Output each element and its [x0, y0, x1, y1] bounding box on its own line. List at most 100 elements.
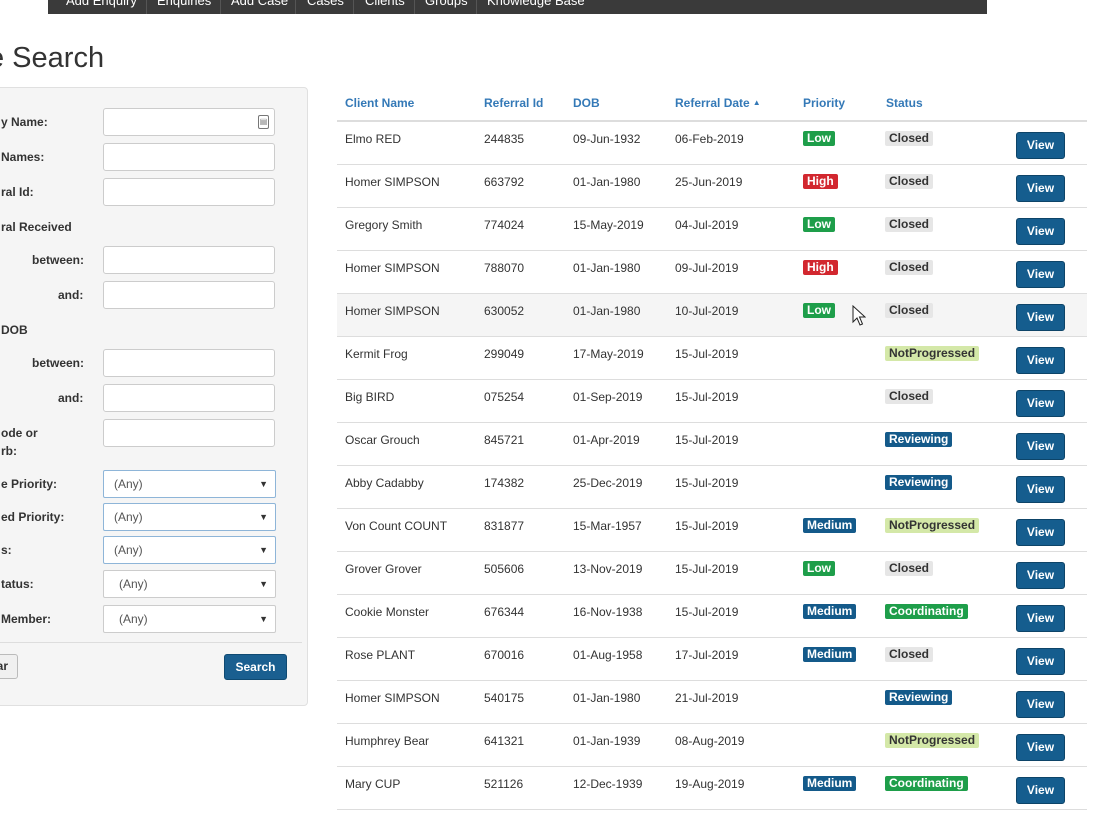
dob-cell: 01-Jan-1980 [573, 304, 641, 318]
column-header-client-name[interactable]: Client Name [345, 96, 414, 110]
referral-date-cell: 19-Aug-2019 [675, 777, 745, 791]
table-row[interactable]: Big BIRD 075254 01-Sep-2019 15-Jul-2019 Clos… [337, 380, 1087, 423]
dob-cell: 25-Dec-2019 [573, 476, 643, 490]
postcode-suburb-input[interactable] [103, 419, 275, 447]
view-button[interactable]: View [1016, 777, 1065, 804]
table-row[interactable]: Elmo RED 244835 09-Jun-1932 06-Feb-2019 Low C… [337, 122, 1087, 165]
view-button[interactable]: View [1016, 734, 1065, 761]
view-button[interactable]: View [1016, 261, 1065, 288]
client-name-cell: Oscar Grouch [345, 433, 420, 447]
client-name-cell: Big BIRD [345, 390, 395, 404]
status-select[interactable]: (Any) ▼ [103, 536, 276, 564]
status-badge: Closed [885, 260, 934, 275]
status-badge: Closed [885, 131, 934, 146]
dob-from-input[interactable] [103, 349, 275, 377]
table-row[interactable]: Cookie Monster 676344 16-Nov-1938 15-Jul-20… [337, 595, 1087, 638]
dob-to-input[interactable] [103, 384, 275, 412]
referral-id-cell: 670016 [484, 648, 525, 662]
table-row[interactable]: Gregory Smith 774024 15-May-2019 04-Jul-201… [337, 208, 1087, 251]
view-button[interactable]: View [1016, 132, 1065, 159]
client-name-cell: Humphrey Bear [345, 734, 430, 748]
table-row[interactable]: Oscar Grouch 845721 01-Apr-2019 15-Jul-2019… [337, 423, 1087, 466]
table-row[interactable]: Homer SIMPSON 540175 01-Jan-1980 21-Jul-201… [337, 681, 1087, 724]
contact-card-icon[interactable]: ▤ [258, 115, 269, 129]
view-button[interactable]: View [1016, 691, 1065, 718]
table-row[interactable]: Abby Cadabby 174382 25-Dec-2019 15-Jul-2019… [337, 466, 1087, 509]
nav-divider [353, 0, 354, 14]
sub-status-select[interactable]: (Any) ▼ [103, 570, 276, 598]
client-name-cell: Kermit Frog [345, 347, 408, 361]
referral-id-cell: 774024 [484, 218, 525, 232]
referral-date-cell: 06-Feb-2019 [675, 132, 744, 146]
column-header-priority[interactable]: Priority [803, 96, 845, 110]
chevron-down-icon: ▼ [259, 579, 268, 589]
view-button[interactable]: View [1016, 390, 1065, 417]
referral-date-cell: 15-Jul-2019 [675, 476, 739, 490]
view-button[interactable]: View [1016, 218, 1065, 245]
view-button[interactable]: View [1016, 605, 1065, 632]
column-header-referral-id[interactable]: Referral Id [484, 96, 543, 110]
top-nav: Add Enquiry Enquiries Add Case Cases Cli… [48, 0, 987, 14]
referral-received-label: ral Received [1, 220, 72, 234]
referral-id-cell: 075254 [484, 390, 525, 404]
table-row[interactable]: Mary CUP 521126 12-Dec-1939 19-Aug-2019 Medi… [337, 767, 1087, 810]
nav-knowledge-base[interactable]: Knowledge Base [487, 0, 585, 11]
column-header-dob[interactable]: DOB [573, 96, 600, 110]
view-button[interactable]: View [1016, 433, 1065, 460]
table-row[interactable]: Humphrey Bear 641321 01-Jan-1939 08-Aug-201… [337, 724, 1087, 767]
staff-member-label: Member: [1, 612, 52, 626]
staff-member-value: (Any) [119, 612, 148, 626]
table-row[interactable]: Homer SIMPSON 630052 01-Jan-1980 10-Jul-201… [337, 294, 1087, 337]
referral-id-input[interactable] [103, 178, 275, 206]
column-header-status[interactable]: Status [886, 96, 923, 110]
clear-button[interactable]: ar [0, 654, 18, 679]
sort-ascending-icon[interactable]: ▲ [753, 98, 761, 107]
nav-enquiries[interactable]: Enquiries [157, 0, 211, 11]
column-header-referral-date[interactable]: Referral Date ▲ [675, 96, 761, 110]
view-button[interactable]: View [1016, 175, 1065, 202]
dob-cell: 01-Apr-2019 [573, 433, 640, 447]
sub-status-label: tatus: [1, 577, 34, 591]
nav-groups[interactable]: Groups [425, 0, 468, 11]
table-row[interactable]: Grover Grover 505606 13-Nov-2019 15-Jul-201… [337, 552, 1087, 595]
view-button[interactable]: View [1016, 347, 1065, 374]
dob-cell: 12-Dec-1939 [573, 777, 643, 791]
given-names-input[interactable] [103, 143, 275, 171]
view-button[interactable]: View [1016, 519, 1065, 546]
nav-divider [476, 0, 477, 14]
referral-date-header-label: Referral Date [675, 96, 750, 110]
referral-date-cell: 09-Jul-2019 [675, 261, 739, 275]
referral-date-cell: 15-Jul-2019 [675, 347, 739, 361]
table-row[interactable]: Von Count COUNT 831877 15-Mar-1957 15-Jul-2… [337, 509, 1087, 552]
view-button[interactable]: View [1016, 304, 1065, 331]
client-name-cell: Mary CUP [345, 777, 401, 791]
nav-add-enquiry[interactable]: Add Enquiry [66, 0, 137, 11]
table-row[interactable]: Kermit Frog 299049 17-May-2019 15-Jul-2019 N… [337, 337, 1087, 380]
received-from-input[interactable] [103, 246, 275, 274]
referral-id-cell: 540175 [484, 691, 525, 705]
dob-and-label: and: [58, 391, 84, 405]
nav-cases[interactable]: Cases [307, 0, 344, 11]
view-button[interactable]: View [1016, 648, 1065, 675]
assessed-priority-select[interactable]: (Any) ▼ [103, 503, 276, 531]
staff-member-select[interactable]: (Any) ▼ [103, 605, 276, 633]
suburb-label: rb: [1, 444, 17, 458]
case-priority-select[interactable]: (Any) ▼ [103, 470, 276, 498]
search-button[interactable]: Search [224, 654, 287, 680]
nav-add-case[interactable]: Add Case [231, 0, 288, 11]
table-row[interactable]: Homer SIMPSON 788070 01-Jan-1980 09-Jul-201… [337, 251, 1087, 294]
priority-badge: Low [803, 303, 835, 318]
client-name-cell: Von Count COUNT [345, 519, 448, 533]
family-name-input[interactable]: ▤ [103, 108, 275, 136]
sub-status-value: (Any) [119, 577, 148, 591]
view-button[interactable]: View [1016, 562, 1065, 589]
view-button[interactable]: View [1016, 476, 1065, 503]
table-row[interactable]: Rose PLANT 670016 01-Aug-1958 17-Jul-2019 Me… [337, 638, 1087, 681]
case-priority-label: e Priority: [1, 477, 58, 491]
table-row[interactable]: Homer SIMPSON 663792 01-Jan-1980 25-Jun-201… [337, 165, 1087, 208]
nav-divider [146, 0, 147, 14]
client-name-cell: Cookie Monster [345, 605, 430, 619]
nav-clients[interactable]: Clients [365, 0, 405, 11]
received-to-input[interactable] [103, 281, 275, 309]
referral-id-cell: 299049 [484, 347, 525, 361]
